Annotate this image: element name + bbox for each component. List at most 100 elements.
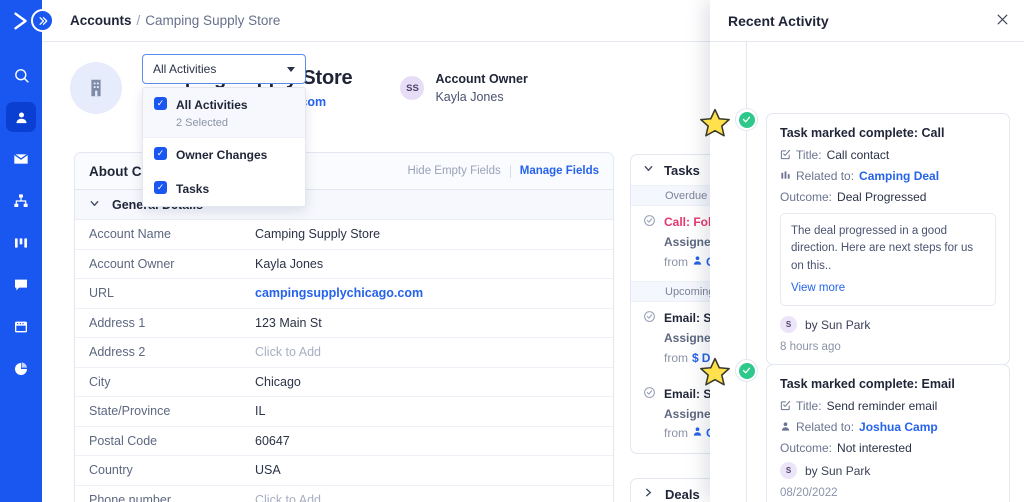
deal-bars-icon <box>780 170 791 184</box>
breadcrumb-separator: / <box>136 13 141 28</box>
manage-fields-button[interactable]: Manage Fields <box>520 165 599 177</box>
checkbox-checked-icon[interactable]: ✓ <box>154 181 167 194</box>
sidebar-item-email[interactable] <box>6 144 36 174</box>
task-icon <box>780 400 791 414</box>
circle-check-icon[interactable] <box>643 214 656 272</box>
breadcrumb-current: Camping Supply Store <box>145 13 281 28</box>
circle-check-icon[interactable] <box>643 386 656 444</box>
about-field-key: Address 2 <box>89 345 146 360</box>
activity-outcome-key: Outcome: <box>780 441 833 455</box>
view-more-link[interactable]: View more <box>791 280 985 297</box>
about-field-row[interactable]: Account Owner Kayla Jones <box>75 250 613 279</box>
about-field-key: URL <box>89 286 115 301</box>
about-field-value: Camping Supply Store <box>255 227 381 242</box>
deals-panel-label: Deals <box>665 486 700 502</box>
about-field-row[interactable]: Address 1 123 Main St <box>75 309 613 338</box>
chevron-right-icon <box>643 487 654 501</box>
chevron-down-icon <box>643 163 654 177</box>
person-icon <box>780 421 791 435</box>
recent-activity-header: Recent Activity <box>710 0 1024 42</box>
activity-related-key: Related to: <box>796 169 855 183</box>
timeline-node-2 <box>735 359 758 382</box>
about-field-row[interactable]: Phone number Click to Add <box>75 486 613 502</box>
activity-filter-option-sub: 2 Selected <box>176 117 228 129</box>
sidebar-item-search[interactable] <box>6 60 36 90</box>
task-from-label: from <box>664 254 688 269</box>
activity-filter-option[interactable]: ✓ Owner Changes <box>143 138 305 172</box>
activity-related-value[interactable]: Joshua Camp <box>859 420 938 434</box>
task-from-label: from <box>664 350 688 365</box>
sidebar-item-calendar[interactable] <box>6 312 36 342</box>
activity-author-name: by Sun Park <box>805 463 871 478</box>
about-field-key: Account Owner <box>89 256 175 271</box>
activity-title-value: Send reminder email <box>826 399 938 413</box>
collapse-sidebar-button[interactable] <box>31 9 54 32</box>
activity-filter-option[interactable]: ✓ Tasks <box>143 172 305 206</box>
sidebar-item-messages[interactable] <box>6 270 36 300</box>
activity-filter-menu: ✓ All Activities 2 Selected ✓ Owner Changes ✓… <box>142 87 306 207</box>
building-icon <box>70 62 122 114</box>
sidebar-item-reports[interactable] <box>6 354 36 384</box>
breadcrumb-root[interactable]: Accounts <box>70 13 132 28</box>
about-field-key: Address 1 <box>89 315 146 330</box>
activity-title: Task marked complete: Email <box>780 377 955 391</box>
about-field-key: Country <box>89 463 133 478</box>
about-field-row[interactable]: Address 2 Click to Add <box>75 338 613 368</box>
about-field-value: Kayla Jones <box>255 256 324 271</box>
divider <box>509 164 511 178</box>
activity-filter-select[interactable]: All Activities <box>142 54 306 84</box>
activity-row-title: Title: Send reminder email <box>780 399 996 413</box>
close-icon[interactable] <box>996 13 1009 29</box>
avatar: S <box>780 462 797 479</box>
activity-row-outcome: Outcome: Deal Progressed <box>780 190 996 204</box>
account-owner-label: Account Owner <box>435 72 528 86</box>
app-root: Accounts / Camping Supply Store Camping … <box>0 0 1024 502</box>
star-marker-1 <box>698 106 732 145</box>
activity-filter-option-body: All Activities 2 Selected <box>176 96 248 129</box>
about-field-value[interactable]: campingsupplychicago.com <box>255 286 423 300</box>
activity-related-value[interactable]: Camping Deal <box>859 169 939 183</box>
rail-icon-list <box>6 60 36 384</box>
task-icon <box>780 149 791 163</box>
about-field-row[interactable]: Country USA <box>75 456 613 486</box>
activity-note: The deal progressed in a good direction.… <box>780 213 996 306</box>
account-owner-block: SS Account Owner Kayla Jones <box>400 72 528 104</box>
about-field-value: Chicago <box>255 374 301 389</box>
activity-title-value: Call contact <box>826 148 890 162</box>
timeline-node-1 <box>735 108 758 131</box>
caret-down-icon <box>287 66 295 72</box>
about-field-key: Account Name <box>89 227 171 242</box>
checkbox-checked-icon[interactable]: ✓ <box>154 147 167 160</box>
activity-title: Task marked complete: Call <box>780 126 945 140</box>
sidebar-item-pipeline[interactable] <box>6 228 36 258</box>
about-field-row[interactable]: Postal Code 60647 <box>75 427 613 456</box>
about-field-value: USA <box>255 463 281 478</box>
check-circle-icon <box>738 111 755 128</box>
checkbox-checked-icon[interactable]: ✓ <box>154 97 167 110</box>
about-field-row[interactable]: City Chicago <box>75 368 613 397</box>
avatar: SS <box>400 76 425 100</box>
activity-author: S by Sun Park <box>780 462 996 479</box>
hide-empty-fields-button[interactable]: Hide Empty Fields <box>407 165 500 177</box>
activity-filter-option-label: Tasks <box>176 182 210 196</box>
activity-row-outcome: Outcome: Not interested <box>780 441 996 455</box>
activity-title-key: Title: <box>796 148 822 162</box>
person-badge-icon <box>692 253 703 273</box>
activity-card-1: Task marked complete: Call Title: Call c… <box>766 113 1010 365</box>
activity-row-related: Related to: Camping Deal <box>780 169 996 183</box>
left-nav-rail <box>0 0 42 502</box>
about-field-key: State/Province <box>89 404 171 419</box>
sidebar-item-org-chart[interactable] <box>6 186 36 216</box>
about-field-row[interactable]: State/Province IL <box>75 397 613 427</box>
activity-filter-option-label: All Activities <box>176 98 248 112</box>
task-from-label: from <box>664 426 688 441</box>
circle-check-icon[interactable] <box>643 310 656 368</box>
about-field-list: Account Name Camping Supply Store Account … <box>75 220 613 502</box>
about-field-row[interactable]: Account Name Camping Supply Store <box>75 220 613 250</box>
about-panel-actions: Hide Empty Fields Manage Fields <box>407 164 599 178</box>
activity-filter-option[interactable]: ✓ All Activities 2 Selected <box>143 88 305 138</box>
sidebar-item-contacts[interactable] <box>6 102 36 132</box>
activity-outcome-value: Deal Progressed <box>837 190 927 204</box>
activity-row-related: Related to: Joshua Camp <box>780 420 996 434</box>
about-field-row[interactable]: URL campingsupplychicago.com <box>75 279 613 309</box>
